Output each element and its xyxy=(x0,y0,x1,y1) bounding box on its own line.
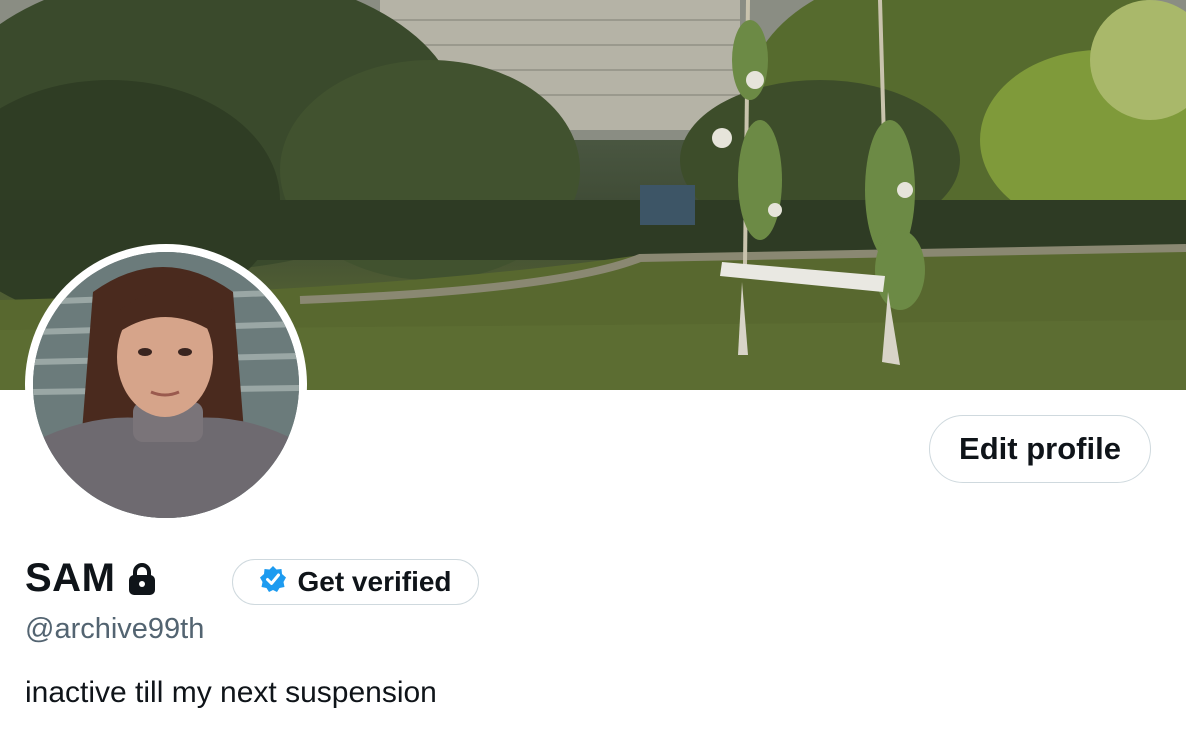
lock-icon xyxy=(127,562,157,596)
display-name: SAM xyxy=(25,556,116,600)
user-handle: @archive99th xyxy=(25,613,205,645)
verified-badge-icon xyxy=(259,565,287,600)
profile-bio: inactive till my next suspension xyxy=(25,676,437,709)
edit-profile-button[interactable]: Edit profile xyxy=(929,415,1151,483)
get-verified-button[interactable]: Get verified xyxy=(232,559,479,605)
avatar-portrait xyxy=(33,252,299,518)
avatar[interactable] xyxy=(33,252,299,518)
get-verified-label: Get verified xyxy=(297,566,452,597)
profile-name-row: SAM xyxy=(25,556,157,601)
